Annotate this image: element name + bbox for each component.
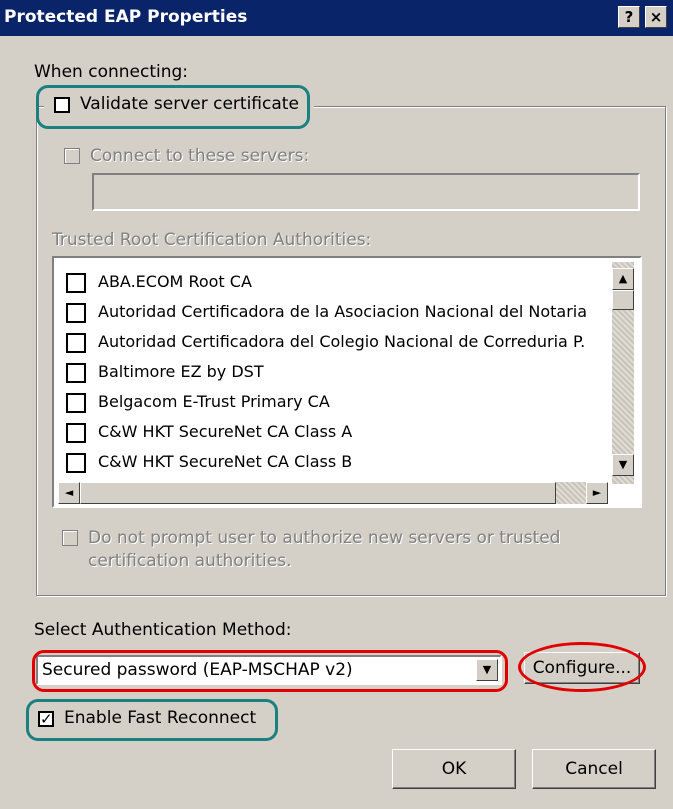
when-connecting-label: When connecting:	[34, 62, 189, 82]
scroll-up-icon[interactable]: ▲	[612, 268, 634, 290]
list-item-label: C&W HKT SecureNet CA Class B	[98, 452, 353, 471]
help-button[interactable]: ?	[618, 6, 640, 28]
list-item-checkbox[interactable]	[66, 453, 86, 473]
trusted-root-label: Trusted Root Certification Authorities:	[52, 230, 372, 250]
scroll-left-icon[interactable]: ◄	[58, 482, 80, 504]
window-title: Protected EAP Properties	[4, 7, 248, 27]
list-item-checkbox[interactable]	[66, 273, 86, 293]
list-item-checkbox[interactable]	[66, 303, 86, 323]
horizontal-scroll-thumb[interactable]	[80, 482, 556, 504]
connect-servers-label: Connect to these servers:	[90, 146, 310, 166]
list-item-label: Autoridad Certificadora del Colegio Naci…	[98, 332, 586, 351]
connect-servers-checkbox[interactable]	[64, 148, 80, 164]
highlight-fast-reconnect	[26, 699, 278, 741]
horizontal-scroll-track[interactable]	[556, 482, 586, 504]
do-not-prompt-checkbox[interactable]	[62, 530, 78, 546]
list-item-checkbox[interactable]	[66, 423, 86, 443]
highlight-configure	[518, 642, 646, 692]
do-not-prompt-label-line1: Do not prompt user to authorize new serv…	[88, 528, 561, 548]
do-not-prompt-label-line2: certification authorities.	[88, 551, 292, 571]
close-button[interactable]: ×	[645, 6, 667, 28]
scroll-down-icon[interactable]: ▼	[612, 454, 634, 476]
highlight-validate-cert	[36, 85, 310, 129]
list-item-label: Baltimore EZ by DST	[98, 362, 264, 381]
scroll-thumb[interactable]	[612, 290, 634, 310]
list-item-checkbox[interactable]	[66, 363, 86, 383]
list-item-label: Belgacom E-Trust Primary CA	[98, 392, 330, 411]
cancel-button[interactable]: Cancel	[532, 749, 656, 789]
scroll-right-icon[interactable]: ►	[586, 482, 608, 504]
trusted-root-list[interactable]: ABA.ECOM Root CA Autoridad Certificadora…	[52, 256, 642, 508]
connect-servers-input[interactable]	[92, 173, 640, 211]
highlight-auth-method	[32, 650, 508, 692]
list-item-label: Autoridad Certificadora de la Asociacion…	[98, 302, 588, 321]
list-item-label: C&W HKT SecureNet CA Class A	[98, 422, 353, 441]
title-bar: Protected EAP Properties ? ×	[0, 0, 673, 36]
list-item-label: ABA.ECOM Root CA	[98, 272, 252, 291]
list-item-checkbox[interactable]	[66, 393, 86, 413]
list-item-checkbox[interactable]	[66, 333, 86, 353]
ok-button[interactable]: OK	[392, 749, 516, 789]
auth-method-label: Select Authentication Method:	[34, 620, 292, 640]
